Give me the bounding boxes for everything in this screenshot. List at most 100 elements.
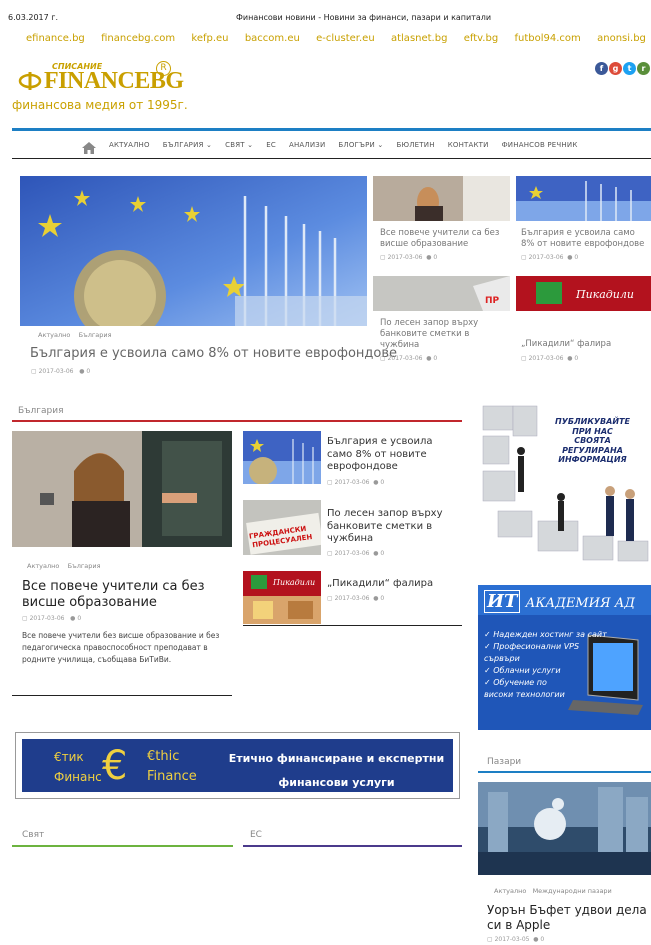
partner-link[interactable]: eftv.bg	[464, 33, 498, 44]
section-title-es[interactable]: ЕС	[250, 830, 262, 840]
comment-icon: ●	[79, 368, 85, 375]
ad-line: ПРИ НАС	[572, 426, 613, 436]
facebook-icon[interactable]: f	[595, 62, 608, 75]
bulgaria-list-title[interactable]: „Пикадили“ фалира	[327, 578, 457, 591]
banner-text: Finance	[147, 769, 197, 784]
grid-thumb-image[interactable]: Пикадили	[516, 276, 651, 311]
ethic-finance-banner-inner: €тик Финанс € €thic Finance Етично финан…	[22, 739, 453, 792]
category-tag[interactable]: Актуално	[494, 887, 526, 895]
section-underline	[12, 420, 462, 422]
post-date: 2017-03-05	[494, 936, 530, 943]
partner-link[interactable]: baccom.eu	[245, 33, 300, 44]
nav-item-svyat[interactable]: СВЯТ ⌄	[225, 141, 253, 149]
ad-publish-banner[interactable]: ПУБЛИКУВАЙТЕ ПРИ НАС СВОЯТА РЕГУЛИРАНА И…	[478, 401, 651, 566]
ethic-finance-banner[interactable]: €тик Финанс € €thic Finance Етично финан…	[15, 732, 460, 799]
rss-icon[interactable]: r	[637, 62, 650, 75]
grid-thumb-title[interactable]: Все повече учители са без висше образова…	[380, 228, 508, 250]
bulgaria-list-image[interactable]	[243, 431, 321, 484]
site-tagline: Финансови новини - Новини за финанси, па…	[236, 13, 492, 22]
ad-line: РЕГУЛИРАНА	[562, 445, 623, 455]
bulgaria-list-image[interactable]: Пикадили	[243, 571, 321, 624]
twitter-icon[interactable]: t	[623, 62, 636, 75]
category-tag[interactable]: Актуално	[27, 562, 59, 570]
nav-item-rechnik[interactable]: ФИНАНСОВ РЕЧНИК	[502, 141, 578, 149]
post-date: 2017-03-06	[334, 479, 370, 486]
markets-title[interactable]: Уорън Бъфет удвои дела си в Apple	[487, 903, 647, 933]
ad-it-item: ✓ Надежден хостинг за сайт	[484, 630, 607, 639]
partner-link[interactable]: efinance.bg	[26, 33, 85, 44]
section-title-svyat[interactable]: Свят	[22, 830, 44, 840]
home-icon[interactable]	[82, 139, 96, 154]
svg-text:ПР: ПР	[485, 296, 500, 306]
hero-categories: Актуално България	[38, 331, 112, 339]
grid-thumb-image[interactable]: ПР	[373, 276, 510, 311]
grid-thumb-image[interactable]	[373, 176, 510, 221]
grid-thumb-meta: ▢ 2017-03-06 ● 0	[380, 254, 438, 261]
post-date: 2017-03-06	[334, 595, 370, 602]
bulgaria-main-categories: Актуално България	[27, 562, 101, 570]
bulgaria-main-image[interactable]	[12, 431, 232, 547]
markets-image[interactable]	[478, 782, 651, 875]
hero-title[interactable]: България е усвоила само 8% от новите евр…	[30, 346, 397, 361]
grid-thumb-title[interactable]: По лесен запор върху банковите сметки в …	[380, 318, 498, 351]
svg-text:Пикадили: Пикадили	[575, 288, 634, 301]
partner-link[interactable]: anonsi.bg	[597, 33, 646, 44]
logo-symbol-icon[interactable]	[18, 71, 42, 91]
grid-thumb-title[interactable]: „Пикадили“ фалира	[521, 339, 651, 350]
nav-item-es[interactable]: ЕС	[266, 141, 276, 149]
ad-it-item: сървъри	[484, 654, 520, 663]
partner-link[interactable]: e-cluster.eu	[316, 33, 375, 44]
comment-count: 0	[380, 550, 385, 557]
section-title-markets[interactable]: Пазари	[487, 757, 521, 767]
nav-item-aktualno[interactable]: АКТУАЛНО	[109, 141, 150, 149]
hero-meta: ▢ 2017-03-06 ● 0	[31, 368, 90, 375]
ad-it-list: ✓ Надежден хостинг за сайт ✓ Професионал…	[484, 629, 607, 701]
grid-thumb-meta: ▢ 2017-03-06 ● 0	[521, 254, 579, 261]
bulgaria-list-image[interactable]: ГРАЖДАНСКИ ПРОЦЕСУАЛЕН	[243, 500, 321, 555]
comment-count: 0	[433, 355, 438, 362]
partner-link[interactable]: financebg.com	[101, 33, 175, 44]
ad-line: СВОЯТА	[574, 436, 611, 445]
category-tag[interactable]: Актуално	[38, 331, 70, 339]
google-plus-icon[interactable]: g	[609, 62, 622, 75]
banner-text: €thic	[147, 749, 180, 764]
bulgaria-main-title[interactable]: Все повече учители са без висше образова…	[22, 579, 222, 611]
nav-item-blogari[interactable]: БЛОГЪРИ ⌄	[338, 141, 383, 149]
ad-line: ПУБЛИКУВАЙТЕ	[555, 417, 630, 426]
comment-count: 0	[380, 479, 385, 486]
bulgaria-list-meta: ▢ 2017-03-06 ● 0	[327, 479, 385, 486]
post-date: 2017-03-06	[387, 254, 423, 261]
partner-link[interactable]: futbol94.com	[515, 33, 581, 44]
section-title-bulgaria[interactable]: България	[18, 406, 64, 416]
category-tag[interactable]: България	[68, 562, 101, 570]
bulgaria-list-title[interactable]: По лесен запор върху банковите сметки в …	[327, 508, 447, 546]
partner-link[interactable]: kefp.eu	[191, 33, 228, 44]
category-tag[interactable]: Международни пазари	[533, 887, 612, 895]
post-date: 2017-03-06	[29, 615, 65, 622]
ad-it-academy-banner[interactable]: ИТ АКАДЕМИЯ АД ✓ Надежден хостинг за сай…	[478, 585, 651, 730]
comment-count: 0	[86, 368, 91, 375]
divider	[12, 695, 232, 696]
current-date: 6.03.2017 г.	[8, 13, 59, 22]
bulgaria-list-title[interactable]: България е усвоила само 8% от новите евр…	[327, 436, 447, 474]
divider	[243, 625, 462, 626]
grid-thumb-title[interactable]: България е усвоила само 8% от новите евр…	[521, 228, 651, 250]
nav-item-analizi[interactable]: АНАЛИЗИ	[289, 141, 325, 149]
category-tag[interactable]: България	[79, 331, 112, 339]
banner-text: €тик	[54, 750, 84, 764]
markets-categories: Актуално Международни пазари	[494, 887, 612, 895]
grid-thumb-image[interactable]	[516, 176, 651, 221]
banner-text: Етично финансиране и експертни	[228, 752, 445, 765]
nav-item-byuletin[interactable]: БЮЛЕТИН	[396, 141, 434, 149]
partner-link[interactable]: atlasnet.bg	[391, 33, 447, 44]
section-underline	[12, 845, 233, 847]
post-date: 2017-03-06	[528, 254, 564, 261]
ad-it-item: високи технологии	[484, 690, 565, 699]
comment-count: 0	[540, 936, 545, 943]
bulgaria-main-meta: ▢ 2017-03-06 ● 0	[22, 615, 82, 622]
nav-item-bulgaria[interactable]: БЪЛГАРИЯ ⌄	[163, 141, 212, 149]
bulgaria-list-meta: ▢ 2017-03-06 ● 0	[327, 595, 385, 602]
hero-image[interactable]	[20, 176, 367, 326]
ad-publish-text: ПУБЛИКУВАЙТЕ ПРИ НАС СВОЯТА РЕГУЛИРАНА И…	[535, 417, 650, 465]
nav-item-kontakti[interactable]: КОНТАКТИ	[448, 141, 489, 149]
